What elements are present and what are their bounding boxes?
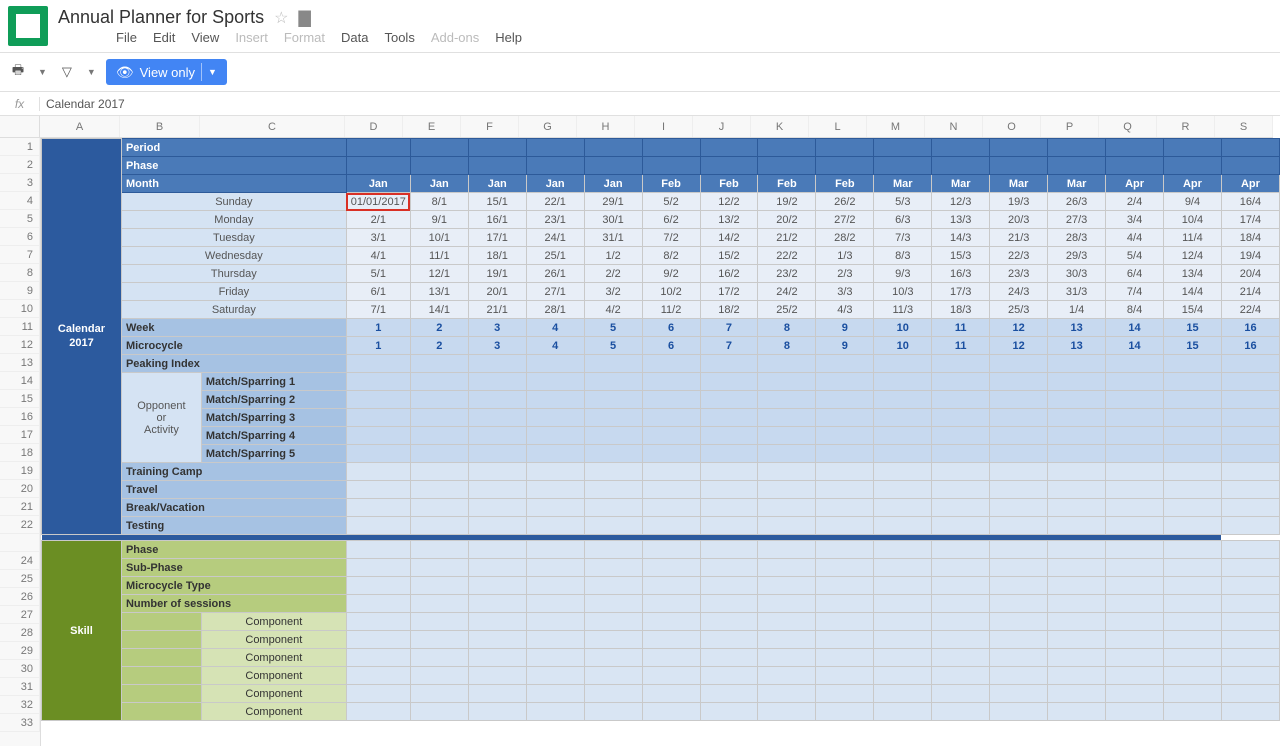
col-header-A[interactable]: A	[40, 116, 120, 137]
menu-help[interactable]: Help	[495, 30, 522, 45]
col-header-G[interactable]: G	[519, 116, 577, 137]
col-header-S[interactable]: S	[1215, 116, 1273, 137]
row-headers: 1234567891011121314151617181920212224252…	[0, 138, 41, 746]
col-header-M[interactable]: M	[867, 116, 925, 137]
col-header-N[interactable]: N	[925, 116, 983, 137]
row-header-11[interactable]: 11	[0, 318, 40, 336]
toolbar: 🖶▼ ▽▼ 👁 View only ▼	[0, 52, 1280, 92]
menu-insert: Insert	[235, 30, 268, 45]
row-header-16[interactable]: 16	[0, 408, 40, 426]
row-header-29[interactable]: 29	[0, 642, 40, 660]
eye-icon: 👁	[116, 64, 134, 81]
row-header-9[interactable]: 9	[0, 282, 40, 300]
col-header-F[interactable]: F	[461, 116, 519, 137]
row-header-21[interactable]: 21	[0, 498, 40, 516]
menu-view[interactable]: View	[191, 30, 219, 45]
col-header-C[interactable]: C	[200, 116, 345, 137]
col-header-D[interactable]: D	[345, 116, 403, 137]
row-header-14[interactable]: 14	[0, 372, 40, 390]
row-header-25[interactable]: 25	[0, 570, 40, 588]
row-header-13[interactable]: 13	[0, 354, 40, 372]
view-only-label: View only	[140, 65, 195, 80]
col-header-E[interactable]: E	[403, 116, 461, 137]
menu-edit[interactable]: Edit	[153, 30, 175, 45]
column-headers: ABCDEFGHIJKLMNOPQRS	[40, 116, 1273, 138]
col-header-Q[interactable]: Q	[1099, 116, 1157, 137]
row-header-3[interactable]: 3	[0, 174, 40, 192]
row-header-17[interactable]: 17	[0, 426, 40, 444]
menu-addons: Add-ons	[431, 30, 479, 45]
row-header-19[interactable]: 19	[0, 462, 40, 480]
fx-input[interactable]: Calendar 2017	[40, 97, 1280, 111]
print-icon[interactable]: 🖶	[8, 61, 28, 83]
select-all-corner[interactable]	[0, 116, 40, 138]
col-header-J[interactable]: J	[693, 116, 751, 137]
view-only-button[interactable]: 👁 View only ▼	[106, 59, 227, 85]
col-header-O[interactable]: O	[983, 116, 1041, 137]
row-header-30[interactable]: 30	[0, 660, 40, 678]
star-icon[interactable]: ☆	[274, 8, 288, 28]
col-header-L[interactable]: L	[809, 116, 867, 137]
row-header-7[interactable]: 7	[0, 246, 40, 264]
document-title[interactable]: Annual Planner for Sports	[58, 7, 264, 28]
menu-format: Format	[284, 30, 325, 45]
row-header-6[interactable]: 6	[0, 228, 40, 246]
menu-file[interactable]: File	[116, 30, 137, 45]
col-header-P[interactable]: P	[1041, 116, 1099, 137]
col-header-K[interactable]: K	[751, 116, 809, 137]
row-header-26[interactable]: 26	[0, 588, 40, 606]
row-header-18[interactable]: 18	[0, 444, 40, 462]
row-header-27[interactable]: 27	[0, 606, 40, 624]
row-header-24[interactable]: 24	[0, 552, 40, 570]
menu-bar: File Edit View Insert Format Data Tools …	[58, 30, 522, 45]
title-bar: Annual Planner for Sports ☆ ▇ File Edit …	[0, 0, 1280, 46]
row-header-12[interactable]: 12	[0, 336, 40, 354]
filter-icon[interactable]: ▽	[57, 64, 77, 80]
col-header-B[interactable]: B	[120, 116, 200, 137]
row-header-5[interactable]: 5	[0, 210, 40, 228]
formula-bar: fx Calendar 2017	[0, 92, 1280, 116]
sheets-logo[interactable]	[8, 6, 48, 46]
menu-tools[interactable]: Tools	[384, 30, 414, 45]
row-header-4[interactable]: 4	[0, 192, 40, 210]
col-header-R[interactable]: R	[1157, 116, 1215, 137]
col-header-I[interactable]: I	[635, 116, 693, 137]
row-header-33[interactable]: 33	[0, 714, 40, 732]
row-header-15[interactable]: 15	[0, 390, 40, 408]
folder-icon[interactable]: ▇	[298, 8, 310, 28]
row-header-8[interactable]: 8	[0, 264, 40, 282]
fx-label: fx	[0, 97, 40, 111]
row-header-28[interactable]: 28	[0, 624, 40, 642]
row-header-10[interactable]: 10	[0, 300, 40, 318]
row-header-2[interactable]: 2	[0, 156, 40, 174]
spreadsheet-grid[interactable]: Calendar2017PeriodPhaseMonthJanJanJanJan…	[41, 138, 1280, 746]
menu-data[interactable]: Data	[341, 30, 368, 45]
row-header-[interactable]	[0, 534, 40, 552]
row-header-31[interactable]: 31	[0, 678, 40, 696]
row-header-20[interactable]: 20	[0, 480, 40, 498]
row-header-1[interactable]: 1	[0, 138, 40, 156]
row-header-32[interactable]: 32	[0, 696, 40, 714]
row-header-22[interactable]: 22	[0, 516, 40, 534]
col-header-H[interactable]: H	[577, 116, 635, 137]
